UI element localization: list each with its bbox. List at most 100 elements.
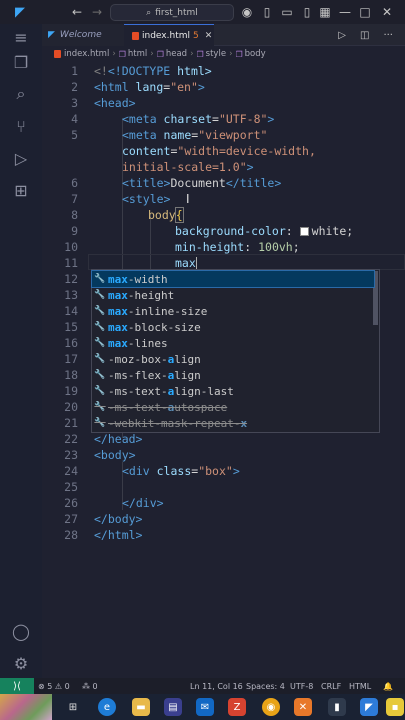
copilot-icon[interactable]: ◉ <box>238 0 256 24</box>
suggestion-item-deprecated[interactable]: 🔧 -webkit-mask-repeat-x <box>92 415 374 431</box>
suggestion-item[interactable]: 🔧 max -height <box>92 287 374 303</box>
store-icon[interactable]: ▤ <box>164 698 182 716</box>
tab-index-html[interactable]: index.html 5 ✕ <box>124 24 214 46</box>
line-number: 17 <box>64 352 78 366</box>
suggestion-rest: lign <box>174 352 201 366</box>
cursor-position[interactable]: Ln 11, Col 16 <box>190 678 243 694</box>
code-line: <div class="box"> <box>122 464 240 478</box>
run-debug-icon[interactable]: ▷ <box>0 143 42 173</box>
code-token: > <box>246 160 254 174</box>
suggestion-item[interactable]: 🔧 -ms-text-a lign-last <box>92 383 374 399</box>
source-control-icon[interactable]: ⑂ <box>0 111 42 141</box>
editor-actions: ▷ ◫ ··· <box>338 24 405 46</box>
notifications-bell-icon[interactable]: 🔔 <box>383 678 393 694</box>
suggestion-item[interactable]: 🔧 -ms-flex-a lign <box>92 367 374 383</box>
breadcrumb-item[interactable]: index.html <box>64 49 109 59</box>
suggestion-item[interactable]: 🔧 max -block-size <box>92 319 374 335</box>
xampp-icon[interactable]: ✕ <box>294 698 312 716</box>
toggle-primary-sidebar-icon[interactable]: ▯ <box>258 0 276 24</box>
sticky-notes-icon[interactable]: ▪ <box>386 698 404 716</box>
more-actions-icon[interactable]: ··· <box>383 30 393 41</box>
run-icon[interactable]: ▷ <box>338 30 346 41</box>
code-line: content="width=device-width, <box>122 144 316 158</box>
breadcrumb-item[interactable]: html <box>128 49 147 59</box>
suggestion-match: max <box>108 336 128 350</box>
chevron-right-icon: › <box>190 49 194 59</box>
suggestion-item[interactable]: 🔧 max -lines <box>92 335 374 351</box>
line-number: 5 <box>71 128 78 142</box>
accounts-icon[interactable]: ◯ <box>0 616 42 646</box>
tab-welcome[interactable]: ◤ Welcome <box>42 24 124 46</box>
chevron-right-icon: › <box>112 49 116 59</box>
suggestion-item[interactable]: 🔧 max -width <box>91 270 375 288</box>
breadcrumb-item[interactable]: style <box>206 49 226 59</box>
suggestion-item[interactable]: 🔧 -moz-box-a lign <box>92 351 374 367</box>
wrench-icon: 🔧 <box>94 354 106 364</box>
info-status[interactable]: ⁂ 0 <box>82 678 98 694</box>
minimize-icon[interactable]: — <box>336 0 354 24</box>
suggest-widget[interactable]: 🔧 max -width 🔧 max -height 🔧 max -inline-size … <box>91 269 380 433</box>
maximize-icon[interactable]: □ <box>356 0 374 24</box>
chevron-right-icon: › <box>229 49 233 59</box>
search-icon[interactable]: ⌕ <box>0 79 42 109</box>
toggle-panel-icon[interactable]: ▭ <box>278 0 296 24</box>
suggestion-rest: utospace <box>174 400 228 414</box>
code-line: </head> <box>94 432 142 446</box>
code-token: body <box>148 208 176 222</box>
problems-badge: 5 <box>192 30 199 41</box>
suggestion-item-deprecated[interactable]: 🔧 -ms-text-a utospace <box>92 399 374 415</box>
error-icon: ⊗ <box>38 681 45 691</box>
breadcrumb-item[interactable]: body <box>245 49 266 59</box>
suggestion-match: x <box>240 416 248 430</box>
toggle-secondary-sidebar-icon[interactable]: ▯ <box>298 0 316 24</box>
error-count: 5 <box>47 681 53 691</box>
explorer-icon[interactable]: ❐ <box>0 47 42 77</box>
suggestion-match: max <box>108 288 128 302</box>
forward-arrow-icon[interactable]: → <box>88 0 106 24</box>
filezilla-icon[interactable]: Z <box>228 698 246 716</box>
suggestion-match: a <box>167 368 175 382</box>
code-token: </html> <box>94 528 143 542</box>
code-token: <html <box>94 80 129 94</box>
terminal-icon[interactable]: ▮ <box>328 698 346 716</box>
line-number: 27 <box>64 512 78 526</box>
file-explorer-icon[interactable]: ▬ <box>132 698 150 716</box>
task-view-icon[interactable]: ⊞ <box>64 698 82 716</box>
code-token: "viewport" <box>198 128 268 142</box>
code-token: background-color <box>175 224 286 238</box>
text-cursor-ibeam-icon: I <box>186 192 190 206</box>
encoding[interactable]: UTF-8 <box>290 678 313 694</box>
code-token: </div> <box>122 496 164 510</box>
problems-status[interactable]: ⊗ 5 ⚠ 0 <box>38 678 70 694</box>
breadcrumb-item[interactable]: head <box>166 49 187 59</box>
color-swatch-icon[interactable] <box>299 227 309 236</box>
code-line: </html> <box>94 528 142 542</box>
code-token: > <box>197 80 205 94</box>
command-center-search[interactable]: ⌕ first_html <box>110 4 234 21</box>
vscode-taskbar-icon[interactable]: ◤ <box>360 698 378 716</box>
code-token: <head> <box>94 96 136 110</box>
back-arrow-icon[interactable]: ← <box>68 0 86 24</box>
code-token: "box" <box>198 464 233 478</box>
edge-browser-icon[interactable]: e <box>98 698 116 716</box>
settings-gear-icon[interactable]: ⚙ <box>0 648 42 678</box>
widgets-weather-image[interactable] <box>0 694 52 720</box>
suggestion-item[interactable]: 🔧 max -inline-size <box>92 303 374 319</box>
indentation[interactable]: Spaces: 4 <box>246 678 285 694</box>
end-of-line[interactable]: CRLF <box>321 678 341 694</box>
suggestion-match: a <box>167 384 175 398</box>
close-tab-icon[interactable]: ✕ <box>205 31 213 41</box>
close-icon[interactable]: ✕ <box>378 0 396 24</box>
remote-indicator-icon[interactable]: ⟩⟨ <box>0 678 34 694</box>
split-editor-icon[interactable]: ◫ <box>360 30 369 41</box>
chevron-right-icon: › <box>150 49 154 59</box>
code-token: "width=device-width, <box>177 144 316 158</box>
mail-icon[interactable]: ✉ <box>196 698 214 716</box>
suggestion-rest: -inline-size <box>127 304 208 318</box>
chrome-icon[interactable]: ◉ <box>262 698 280 716</box>
customize-layout-icon[interactable]: ▦ <box>316 0 334 24</box>
code-line: initial-scale=1.0"> <box>122 160 254 174</box>
extensions-icon[interactable]: ⊞ <box>0 175 42 205</box>
code-token: > <box>267 112 275 126</box>
language-mode[interactable]: HTML <box>349 678 371 694</box>
